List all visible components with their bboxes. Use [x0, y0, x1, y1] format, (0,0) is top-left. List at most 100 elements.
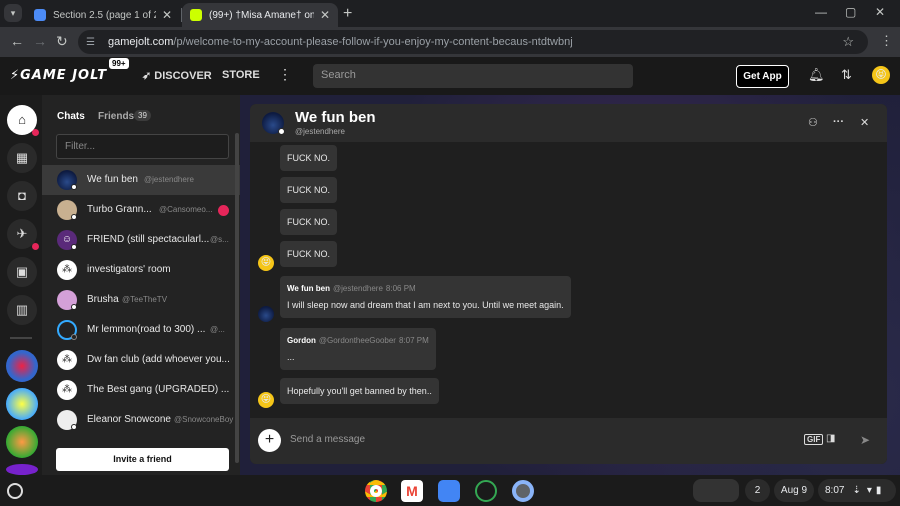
rail-bag-icon[interactable]: ◘	[7, 181, 37, 211]
rail-store-icon[interactable]: ▦	[7, 143, 37, 173]
date-text: Aug 9	[780, 485, 808, 496]
message-author-username: @GordontheeGoober	[318, 336, 396, 345]
chat-row[interactable]: Mr lemmon(road to 300) ... @...	[42, 315, 240, 345]
rail-library-icon[interactable]: ▥	[7, 295, 37, 325]
rail-game-icon-1[interactable]	[6, 350, 38, 382]
sender-avatar[interactable]: 😝︎	[258, 255, 274, 271]
filter-input[interactable]: Filter...	[56, 134, 229, 159]
chat-row[interactable]: We fun ben @jestendhere	[42, 165, 240, 195]
files-icon[interactable]	[438, 480, 460, 502]
bookmark-star-icon[interactable]: ☆	[842, 34, 854, 50]
chat-list: We fun ben @jestendhere Turbo Grann... @…	[42, 165, 240, 447]
send-icon[interactable]: ➤	[860, 433, 870, 447]
group-chat-icon: ⁂	[57, 350, 77, 370]
sender-avatar[interactable]: 😝︎	[258, 392, 274, 408]
nav-discover-label: DISCOVER	[154, 70, 212, 82]
chat-username: @s...	[210, 235, 229, 244]
message-author[interactable]: Gordon	[287, 336, 316, 345]
online-status-dot	[71, 304, 77, 310]
activity-icon[interactable]: ⇅	[841, 67, 852, 83]
back-icon[interactable]: ←	[10, 33, 24, 49]
tab-friends[interactable]: Friends	[98, 111, 134, 122]
gamejolt-logo[interactable]: ⚡GAME JOLT	[10, 68, 107, 83]
reload-icon[interactable]: ↻	[56, 33, 68, 50]
online-status-dot	[71, 244, 77, 250]
gmail-icon[interactable]: M	[401, 480, 423, 502]
chat-name: The Best gang (UPGRADED) ...	[87, 384, 230, 395]
status-area[interactable]: 8:07 ⇣ ▾ ▮	[818, 479, 896, 502]
site-info-icon[interactable]: ☰	[86, 37, 100, 48]
notification-badge[interactable]: 99+	[109, 58, 129, 69]
forward-icon[interactable]: →	[33, 33, 47, 49]
rail-game-icon-2[interactable]	[6, 388, 38, 420]
close-icon[interactable]: ✕	[320, 8, 330, 22]
rail-chat-icon[interactable]: ▣	[7, 257, 37, 287]
left-rail: ⌂ ▦ ◘ ✈ ▣ ▥	[0, 95, 42, 475]
chat-name: FRIEND (still spectacularl...	[87, 234, 210, 245]
date-pill[interactable]: Aug 9	[774, 479, 814, 502]
message-input[interactable]: Send a message	[290, 434, 365, 445]
add-member-icon[interactable]: ⚇	[808, 116, 818, 129]
conversation-username[interactable]: @jestendhere	[295, 127, 345, 136]
notification-count[interactable]: 2	[745, 479, 770, 502]
address-bar[interactable]: ☰ gamejolt.com/p/welcome-to-my-account-p…	[78, 30, 868, 54]
chat-list-scrollbar[interactable]	[235, 133, 239, 463]
add-attachment-button[interactable]: +	[258, 429, 281, 452]
close-chat-icon[interactable]: ✕	[860, 116, 869, 129]
get-app-button[interactable]: Get App	[736, 65, 789, 88]
message-bubble: FUCK NO.	[280, 209, 338, 235]
chat-row[interactable]: Turbo Grann... @Cansomeo...	[42, 195, 240, 225]
nav-store[interactable]: STORE	[222, 69, 260, 81]
invite-friend-button[interactable]: Invite a friend	[56, 448, 229, 471]
rail-game-icon-3[interactable]	[6, 426, 38, 458]
settings-icon[interactable]	[512, 480, 534, 502]
screen-preview-icon[interactable]	[693, 479, 739, 502]
message-bubble: We fun ben @jestendhere 8:06 PM I will sle…	[280, 276, 571, 318]
close-window-icon[interactable]: ✕	[875, 5, 885, 19]
message-text: Hopefully you'll get banned by then..	[287, 386, 432, 396]
gif-icon[interactable]: GIF	[804, 434, 824, 445]
stocks-app-icon[interactable]	[475, 480, 497, 502]
rail-unread-dot	[32, 129, 39, 136]
battery-icon: ▮	[875, 485, 882, 496]
site-search-input[interactable]: Search	[313, 64, 633, 88]
nav-discover[interactable]: ➶ DISCOVER	[142, 69, 212, 82]
chat-row[interactable]: ☺ FRIEND (still spectacularl... @s...	[42, 225, 240, 255]
chat-row[interactable]: Brusha @TeeTheTV	[42, 285, 240, 315]
online-status-dot	[278, 128, 285, 135]
sender-avatar[interactable]	[258, 306, 274, 322]
sticker-icon[interactable]: ◨	[826, 433, 835, 444]
user-avatar[interactable]: 😝︎	[872, 66, 890, 84]
chat-row[interactable]: ⁂ investigators' room	[42, 255, 240, 285]
browser-tab-1[interactable]: Section 2.5 (page 1 of 2) | ace ✕	[26, 3, 180, 27]
chat-name: investigators' room	[87, 264, 171, 275]
maximize-icon[interactable]: ▢	[845, 5, 856, 19]
new-tab-button[interactable]: +	[343, 5, 352, 23]
bell-icon[interactable]: 🔔︎	[808, 67, 825, 83]
message-header: We fun ben @jestendhere 8:06 PM	[287, 284, 564, 293]
chat-name: Eleanor Snowcone	[87, 414, 171, 425]
message-time: 8:07 PM	[398, 336, 429, 345]
more-menu-icon[interactable]: ⋮	[278, 66, 292, 83]
message-text: ...	[287, 352, 295, 362]
browser-tab-2[interactable]: (99+) †Misa Amane† on Game ✕	[182, 3, 338, 27]
message-author[interactable]: We fun ben	[287, 284, 330, 293]
message-text: FUCK NO.	[287, 249, 331, 259]
launcher-icon[interactable]	[7, 483, 23, 499]
chat-row[interactable]: ⁂ Dw fan club (add whoever you...	[42, 345, 240, 375]
chat-username: @TeeTheTV	[122, 295, 168, 304]
tab-chats[interactable]: Chats	[57, 111, 85, 122]
chat-name: Dw fan club (add whoever you...	[87, 354, 230, 365]
chats-panel: Chats Friends 39 Filter... We fun ben @j…	[42, 95, 240, 475]
more-options-icon[interactable]: ···	[833, 116, 844, 128]
chat-row[interactable]: ⁂ The Best gang (UPGRADED) ...	[42, 375, 240, 405]
rail-game-icon-4[interactable]	[6, 464, 38, 475]
minimize-icon[interactable]: —	[815, 5, 827, 19]
close-icon[interactable]: ✕	[162, 8, 172, 22]
chat-username: @Cansomeo...	[159, 205, 213, 214]
tab-search-button[interactable]: ▾	[4, 4, 22, 22]
tab-title: (99+) †Misa Amane† on Game	[209, 9, 314, 21]
browser-menu-icon[interactable]: ⋮	[880, 33, 893, 49]
chrome-icon[interactable]	[365, 480, 387, 502]
chat-row[interactable]: Eleanor Snowcone @SnowconeBoy	[42, 405, 240, 435]
